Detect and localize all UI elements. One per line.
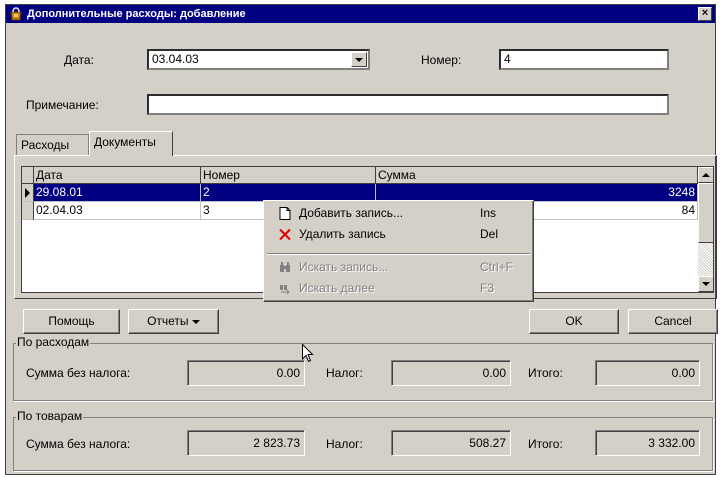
- goods-total-label: Итого:: [528, 437, 563, 451]
- menu-item-add-record[interactable]: Добавить запись... Ins: [267, 204, 530, 223]
- tab-documents[interactable]: Документы: [89, 131, 173, 156]
- number-label: Номер:: [421, 53, 462, 67]
- expenses-total-value: 0.00: [595, 360, 700, 386]
- goods-group-title: По товарам: [16, 409, 84, 423]
- delete-x-icon: [279, 228, 291, 241]
- row-pointer-icon: [25, 188, 30, 198]
- note-label: Примечание:: [26, 98, 99, 112]
- expenses-group-title: По расходам: [16, 335, 91, 349]
- cancel-button[interactable]: Cancel: [628, 309, 718, 334]
- mouse-pointer-icon: [302, 344, 314, 363]
- new-document-icon: [279, 207, 291, 220]
- title-bar[interactable]: Дополнительные расходы: добавление ×: [6, 5, 715, 23]
- menu-item-shortcut: Ctrl+F: [480, 260, 513, 274]
- context-menu: Добавить запись... Ins Удалить запись De…: [263, 200, 534, 302]
- goods-sum-value: 2 823.73: [187, 430, 305, 456]
- expenses-sum-label: Сумма без налога:: [26, 366, 131, 380]
- number-field[interactable]: 4: [499, 49, 669, 70]
- goods-tax-label: Налог:: [326, 437, 363, 451]
- dialog-window: Дополнительные расходы: добавление × Дат…: [5, 4, 718, 475]
- date-label: Дата:: [64, 53, 94, 67]
- menu-item-label: Удалить запись: [299, 227, 386, 241]
- table-row-1-date[interactable]: 29.08.01: [34, 184, 201, 202]
- find-next-icon: [280, 285, 290, 295]
- goods-tax-value: 508.27: [391, 430, 511, 456]
- scroll-down-icon[interactable]: [698, 276, 713, 292]
- binoculars-icon: [280, 262, 290, 272]
- grid-indicator-header: [22, 167, 34, 184]
- close-icon[interactable]: ×: [698, 7, 712, 21]
- chevron-down-icon: [191, 319, 200, 324]
- menu-item-delete-record[interactable]: Удалить запись Del: [267, 225, 530, 244]
- row-indicator: [22, 184, 34, 202]
- grid-header-sum[interactable]: Сумма: [376, 167, 698, 184]
- menu-item-label: Добавить запись...: [299, 206, 403, 220]
- menu-item-shortcut: F3: [480, 281, 495, 295]
- grid-header-date[interactable]: Дата: [34, 167, 201, 184]
- menu-item-find-record[interactable]: Искать запись... Ctrl+F: [267, 258, 530, 277]
- help-button[interactable]: Помощь: [23, 309, 120, 334]
- note-field[interactable]: [147, 94, 669, 115]
- expenses-tax-label: Налог:: [326, 366, 363, 380]
- goods-total-value: 3 332.00: [595, 430, 700, 456]
- reports-button-label: Отчеты: [147, 314, 189, 328]
- window-title: Дополнительные расходы: добавление: [27, 8, 246, 20]
- table-row-2-date[interactable]: 02.04.03: [34, 202, 201, 220]
- expenses-total-label: Итого:: [528, 366, 563, 380]
- ok-button[interactable]: OK: [529, 309, 619, 334]
- row-indicator: [22, 202, 34, 220]
- chevron-down-icon[interactable]: [351, 52, 367, 67]
- number-value: 4: [504, 52, 511, 66]
- grid-header-number[interactable]: Номер: [201, 167, 376, 184]
- menu-separator: [267, 253, 530, 255]
- menu-item-shortcut: Del: [480, 227, 499, 241]
- expenses-sum-value: 0.00: [187, 360, 305, 386]
- expenses-tax-value: 0.00: [391, 360, 511, 386]
- reports-button[interactable]: Отчеты: [128, 309, 219, 334]
- scroll-thumb[interactable]: [698, 183, 713, 243]
- tab-expenses[interactable]: Расходы: [16, 134, 89, 156]
- grid-scrollbar[interactable]: [698, 167, 713, 292]
- date-value: 03.04.03: [152, 52, 199, 66]
- menu-item-label: Искать запись...: [299, 260, 389, 274]
- date-combo[interactable]: 03.04.03: [147, 49, 370, 70]
- scroll-up-icon[interactable]: [698, 167, 713, 183]
- menu-item-label: Искать далее: [299, 281, 375, 295]
- goods-sum-label: Сумма без налога:: [26, 437, 131, 451]
- menu-item-shortcut: Ins: [480, 206, 497, 220]
- app-icon: [10, 7, 22, 21]
- menu-item-find-next[interactable]: Искать далее F3: [267, 279, 530, 298]
